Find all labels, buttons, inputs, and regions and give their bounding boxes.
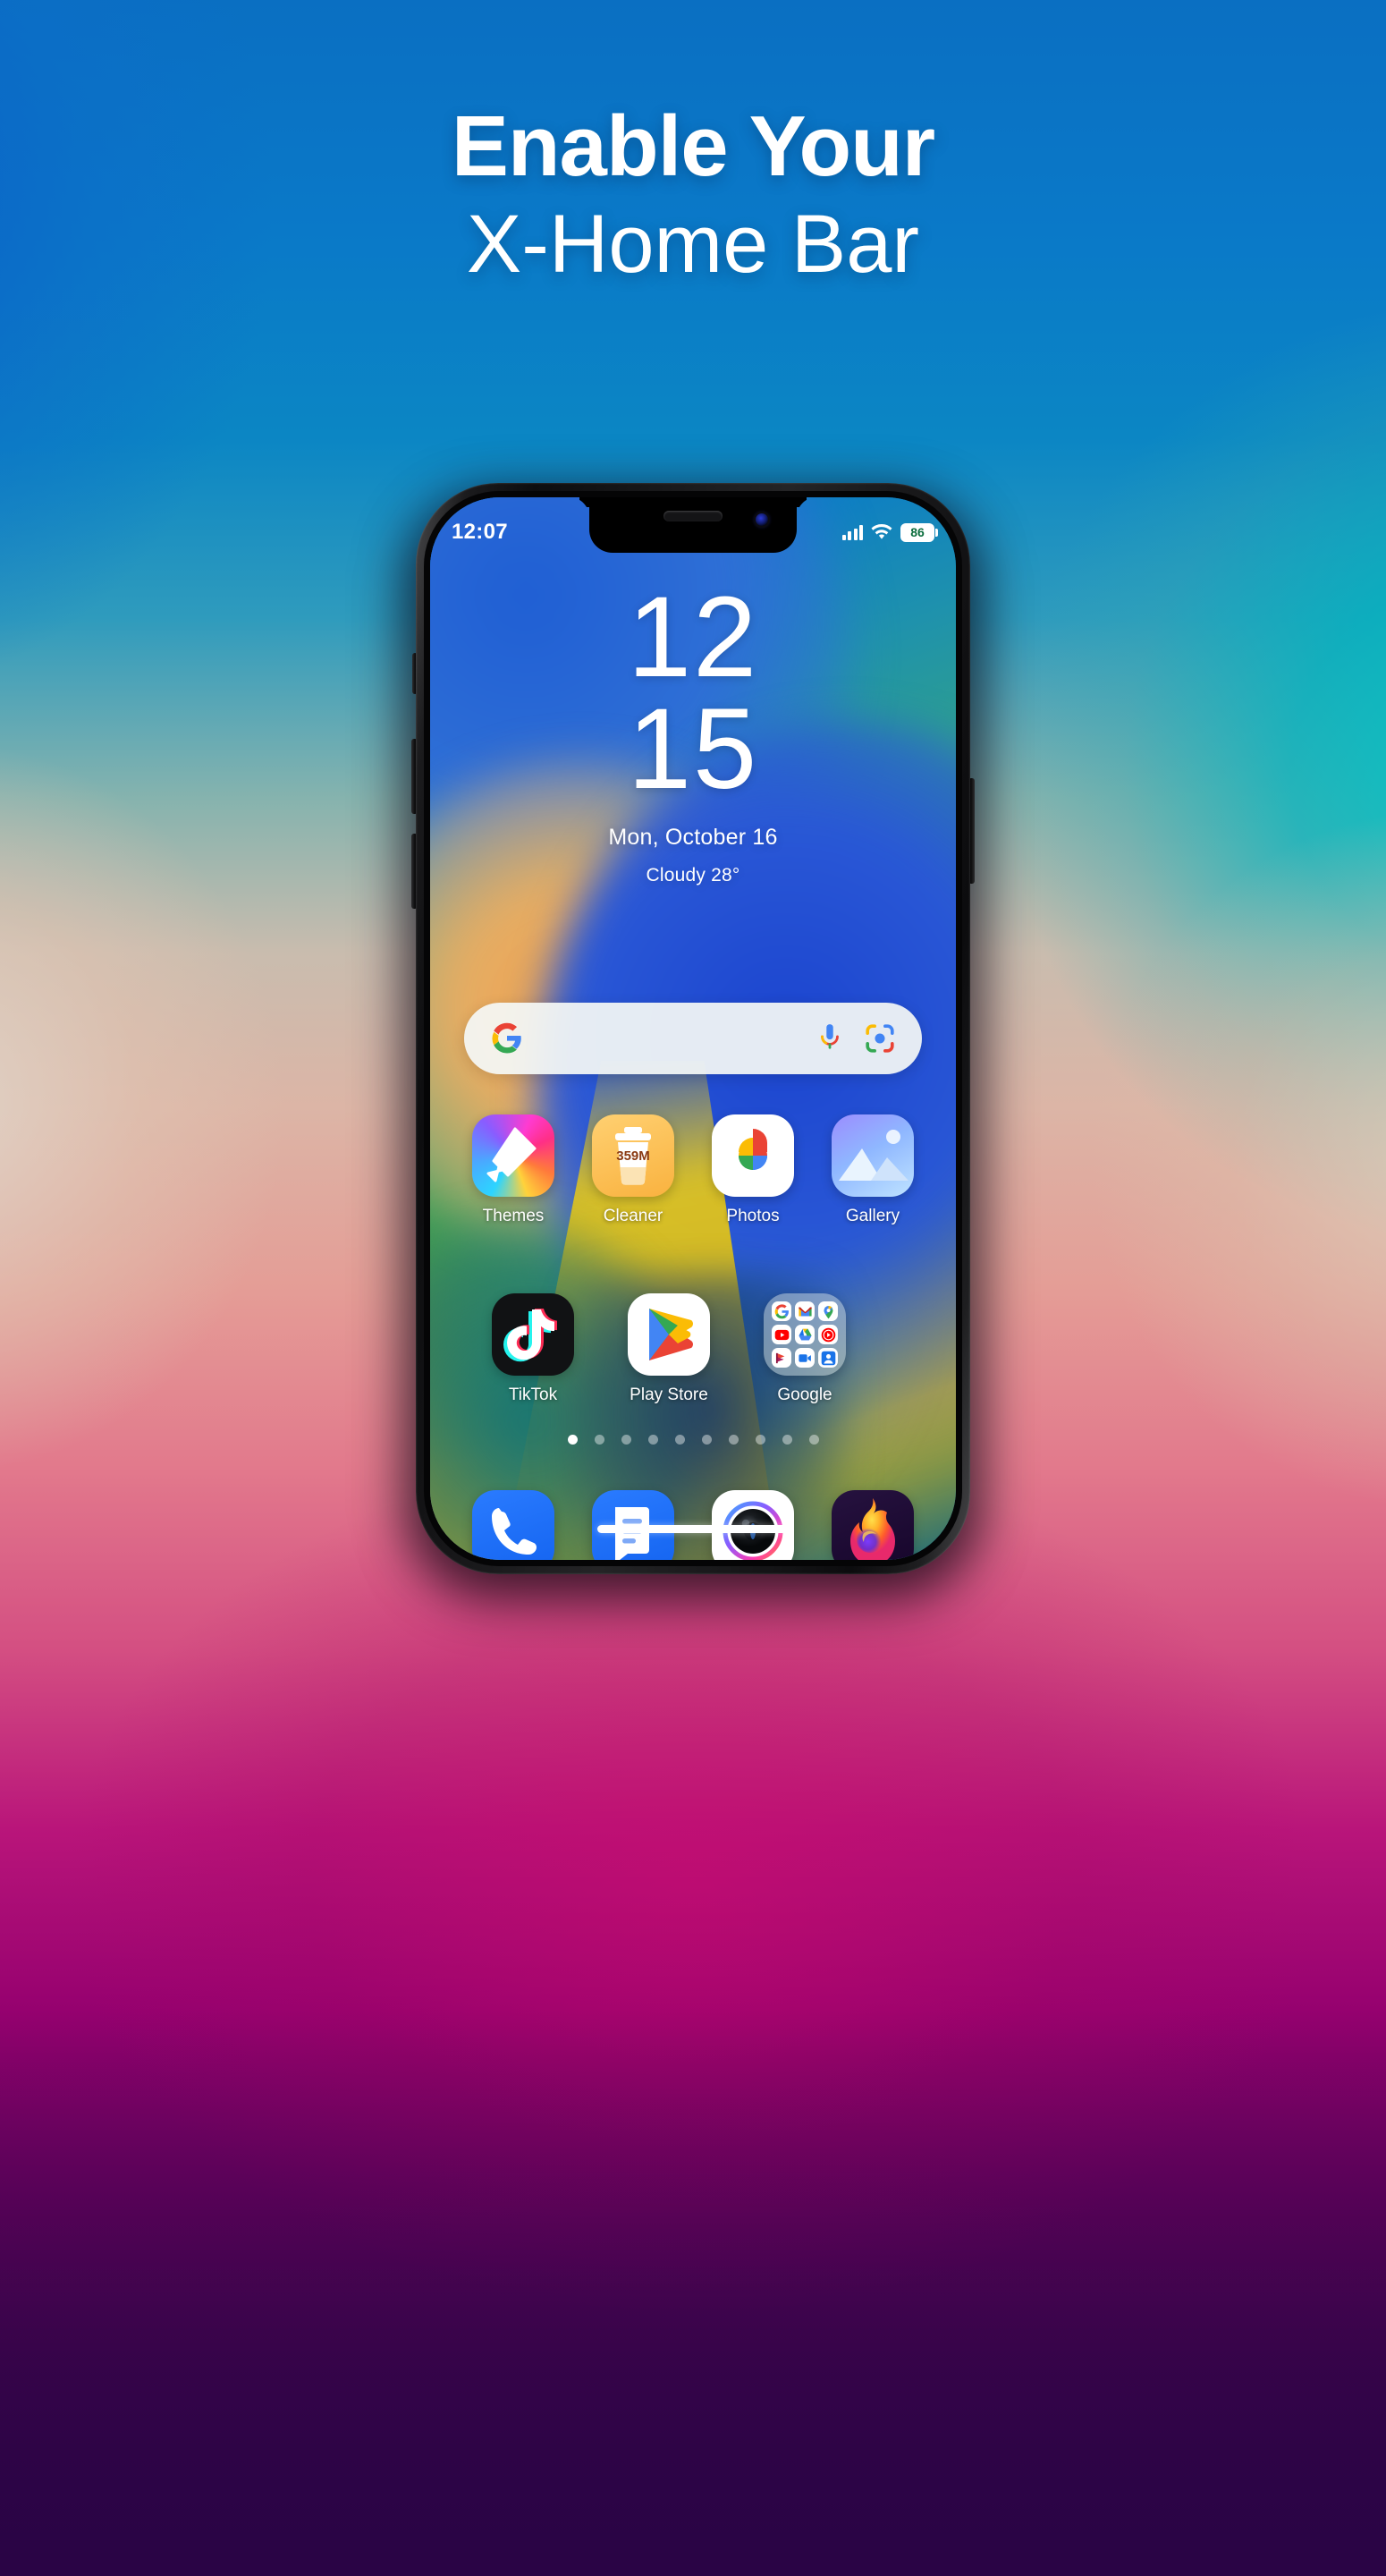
app-label: Cleaner bbox=[603, 1207, 663, 1225]
status-bar-clock: 12:07 bbox=[452, 520, 508, 544]
google-photos-icon bbox=[712, 1114, 794, 1197]
clock-date-label: Mon, October 16 bbox=[608, 824, 778, 850]
app-label: Photos bbox=[726, 1207, 780, 1225]
phone-mockup: 12:07 86 12 15 Mon, October 16 Cloudy 28… bbox=[401, 483, 985, 1592]
clock-hours: 12 bbox=[627, 573, 759, 701]
folder-icon-grid bbox=[772, 1301, 838, 1368]
wifi-icon bbox=[871, 524, 892, 539]
folder-app-photos-icon bbox=[772, 1348, 791, 1368]
battery-level-label: 86 bbox=[910, 525, 925, 539]
page-dot[interactable] bbox=[728, 1435, 739, 1445]
headline-line-1: Enable Your bbox=[451, 98, 935, 194]
google-folder-icon bbox=[764, 1293, 846, 1376]
page-dot[interactable] bbox=[621, 1435, 631, 1445]
page-dot[interactable] bbox=[647, 1435, 658, 1445]
page-indicator[interactable] bbox=[430, 1435, 956, 1445]
folder-app-drive-icon bbox=[795, 1325, 815, 1344]
battery-icon: 86 bbox=[900, 522, 938, 542]
app-folder-google[interactable]: Google bbox=[756, 1293, 854, 1405]
tiktok-icon bbox=[492, 1293, 574, 1376]
app-play-store[interactable]: Play Store bbox=[620, 1293, 718, 1405]
folder-app-google-icon bbox=[772, 1301, 791, 1321]
x-home-bar[interactable] bbox=[597, 1525, 789, 1533]
app-row-2: TikTok Play Store Google bbox=[453, 1293, 933, 1405]
weather-label: Cloudy 28° bbox=[646, 864, 740, 886]
clock-minutes: 15 bbox=[627, 684, 759, 813]
status-bar-indicators: 86 bbox=[841, 522, 938, 542]
cleaner-icon: 359M bbox=[592, 1114, 674, 1197]
page-dot[interactable] bbox=[674, 1435, 685, 1445]
phone-frame: 12:07 86 12 15 Mon, October 16 Cloudy 28… bbox=[416, 483, 970, 1574]
app-phone[interactable] bbox=[464, 1490, 562, 1560]
app-tiktok[interactable]: TikTok bbox=[484, 1293, 582, 1405]
display-notch bbox=[589, 497, 797, 553]
app-label: Themes bbox=[482, 1207, 545, 1225]
app-firefox[interactable] bbox=[824, 1490, 922, 1560]
app-gallery[interactable]: Gallery bbox=[824, 1114, 922, 1226]
google-lens-icon[interactable] bbox=[865, 1023, 895, 1054]
page-dot[interactable] bbox=[808, 1435, 819, 1445]
page-dot[interactable] bbox=[701, 1435, 712, 1445]
app-label: Google bbox=[777, 1385, 832, 1404]
gallery-icon bbox=[832, 1114, 914, 1197]
app-cleaner[interactable]: 359M Cleaner bbox=[584, 1114, 682, 1226]
page-dot[interactable] bbox=[782, 1435, 792, 1445]
headline-line-2: X-Home Bar bbox=[466, 198, 920, 290]
google-g-icon bbox=[492, 1022, 521, 1054]
google-search-bar[interactable] bbox=[464, 1003, 922, 1074]
cleaner-badge-text: 359M bbox=[616, 1148, 650, 1164]
phone-screen[interactable]: 12:07 86 12 15 Mon, October 16 Cloudy 28… bbox=[430, 497, 956, 1560]
phone-bezel: 12:07 86 12 15 Mon, October 16 Cloudy 28… bbox=[424, 491, 962, 1566]
app-themes[interactable]: Themes bbox=[464, 1114, 562, 1226]
folder-app-youtube-icon bbox=[772, 1325, 791, 1344]
microphone-icon[interactable] bbox=[818, 1023, 841, 1054]
folder-app-maps-icon bbox=[818, 1301, 838, 1321]
firefox-icon bbox=[832, 1490, 914, 1560]
google-play-icon bbox=[628, 1293, 710, 1376]
front-camera-icon bbox=[756, 513, 768, 526]
promo-headline: Enable Your X-Home Bar bbox=[0, 100, 1386, 291]
folder-app-youtube-music-icon bbox=[818, 1325, 838, 1344]
page-dot[interactable] bbox=[567, 1435, 578, 1445]
clock-widget[interactable]: 12 15 Mon, October 16 Cloudy 28° bbox=[430, 573, 956, 886]
app-label: Gallery bbox=[845, 1207, 900, 1225]
folder-app-contacts-icon bbox=[818, 1348, 838, 1368]
app-label: TikTok bbox=[508, 1385, 558, 1404]
app-photos[interactable]: Photos bbox=[704, 1114, 802, 1226]
cellular-signal-icon bbox=[841, 524, 863, 540]
folder-app-meet-icon bbox=[795, 1348, 815, 1368]
folder-app-gmail-icon bbox=[795, 1301, 815, 1321]
page-dot[interactable] bbox=[594, 1435, 604, 1445]
earpiece-speaker-icon bbox=[663, 511, 723, 521]
app-row-1: Themes 359M Cleaner Photos Gallery bbox=[453, 1114, 933, 1226]
themes-icon bbox=[472, 1114, 554, 1197]
page-dot[interactable] bbox=[755, 1435, 765, 1445]
app-label: Play Store bbox=[630, 1385, 708, 1404]
phone-icon bbox=[472, 1490, 554, 1560]
